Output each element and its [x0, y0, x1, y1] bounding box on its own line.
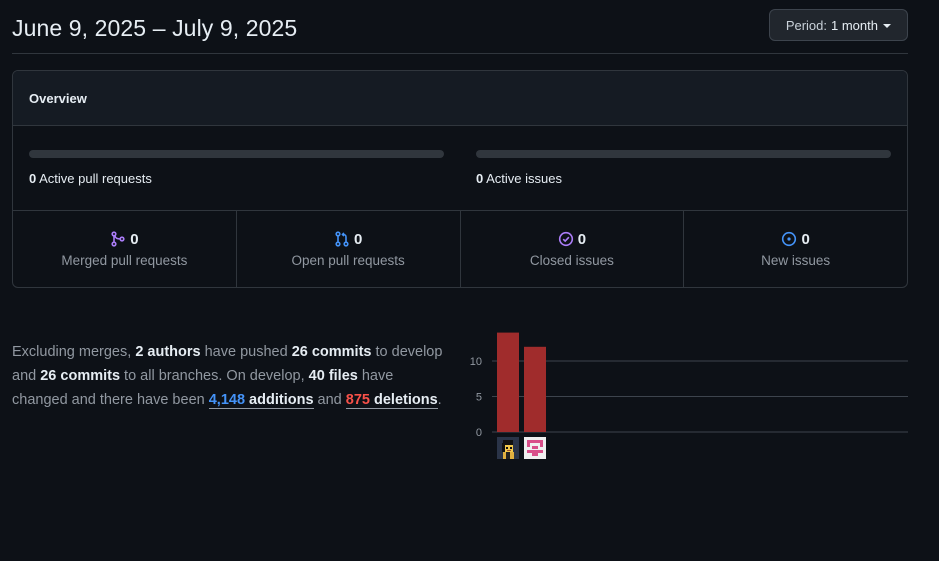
active-prs-summary[interactable]: 0 Active pull requests [29, 171, 444, 186]
y-tick-label: 10 [470, 356, 482, 368]
summary-text: and [313, 391, 346, 408]
deletions-word: deletions [369, 391, 438, 408]
stat-open-prs[interactable]: 0 Open pull requests [237, 211, 461, 287]
summary-text: have pushed [200, 344, 292, 360]
stat-label: New issues [761, 252, 831, 268]
stat-new-issues[interactable]: 0 New issues [684, 211, 907, 287]
y-tick-label: 0 [476, 427, 482, 439]
additions-word: additions [245, 391, 314, 408]
period-dropdown-button[interactable]: Period: 1 month [768, 9, 908, 41]
author-avatar-2[interactable] [524, 437, 546, 459]
git-pull-request-icon [335, 231, 349, 247]
issue-opened-icon [782, 231, 797, 247]
page-title: June 9, 2025 – July 9, 2025 [12, 15, 298, 41]
summary-text: to all branches. On develop, [120, 367, 309, 384]
stat-label: Open pull requests [291, 252, 405, 268]
stat-value: 0 [353, 230, 363, 248]
active-prs-progress-bar [29, 150, 444, 158]
active-prs-block: 0 Active pull requests [29, 150, 444, 186]
authors-count: 2 authors [135, 344, 201, 360]
summary-text: . [437, 391, 442, 408]
issue-closed-icon [558, 231, 573, 247]
stat-value: 0 [130, 230, 139, 248]
overview-title: Overview [29, 90, 87, 106]
branch-commits-count: 26 commits [291, 344, 372, 360]
stat-value: 0 [801, 230, 810, 248]
commit-summary: Excluding merges, 2 authors have pushed … [12, 341, 452, 412]
period-prefix-label: Period: [785, 17, 828, 33]
page-header: June 9, 2025 – July 9, 2025 Period: 1 mo… [12, 0, 908, 54]
author-avatar-1[interactable] [497, 437, 519, 459]
active-issues-count: 0 [476, 171, 484, 186]
deletions-count: 875 [345, 391, 370, 408]
commit-bar[interactable] [524, 346, 546, 432]
caret-down-icon [883, 24, 891, 28]
stat-label: Closed issues [529, 252, 614, 268]
period-value-label: 1 month [831, 17, 878, 33]
overview-header: Overview [13, 71, 907, 126]
overview-panel: Overview 0 Active pull requests 0 Active… [12, 70, 908, 288]
active-issues-label: Active issues [486, 171, 563, 186]
stat-merged-prs[interactable]: 0 Merged pull requests [13, 211, 237, 287]
additions-link[interactable]: 4,148 additions [208, 391, 314, 409]
y-tick-label: 5 [476, 392, 482, 404]
activity-bars: 0 Active pull requests 0 Active issues [13, 126, 907, 211]
additions-count: 4,148 [208, 391, 246, 408]
deletions-link[interactable]: 875 deletions [345, 391, 438, 409]
git-merge-icon [111, 231, 125, 247]
summary-text: Excluding merges, [12, 344, 136, 360]
active-issues-block: 0 Active issues [476, 150, 891, 186]
stat-closed-issues[interactable]: 0 Closed issues [461, 211, 685, 287]
active-prs-count: 0 [29, 171, 37, 186]
stat-value: 0 [577, 230, 587, 248]
all-commits-count: 26 commits [40, 367, 121, 384]
active-issues-progress-bar [476, 150, 891, 158]
commit-bar[interactable] [497, 332, 519, 432]
stat-label: Merged pull requests [61, 252, 188, 268]
overview-stats: 0 Merged pull requests 0 Open pull reque… [13, 211, 907, 287]
files-changed-count: 40 files [308, 367, 358, 384]
active-issues-summary[interactable]: 0 Active issues [476, 171, 891, 186]
active-prs-label: Active pull requests [39, 171, 152, 186]
